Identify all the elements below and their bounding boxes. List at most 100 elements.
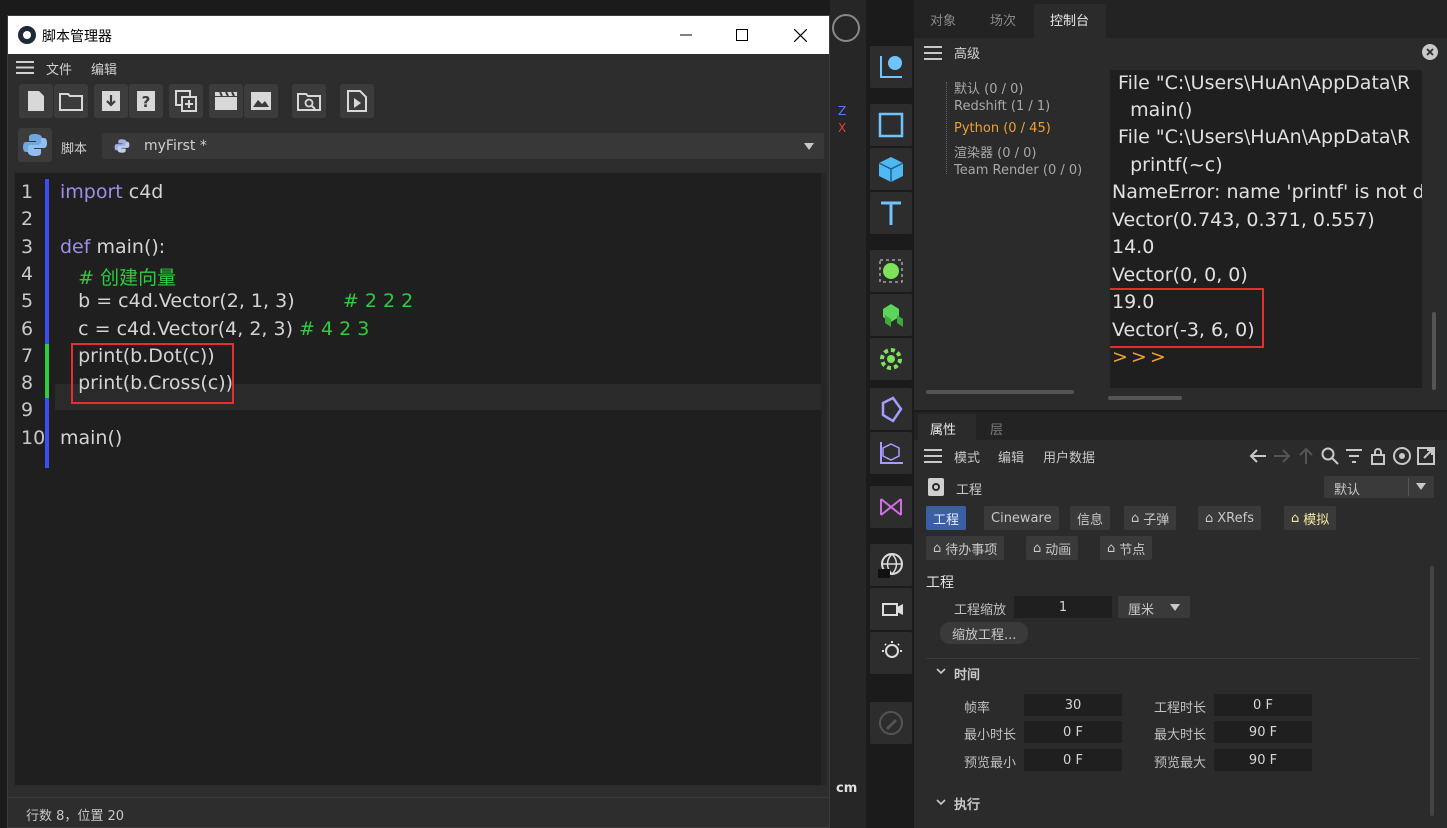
tree-item-redshift[interactable]: Redshift (1 / 1)	[954, 99, 1050, 114]
title-bar[interactable]: 脚本管理器	[8, 16, 829, 54]
tab-bullet[interactable]: ⌂ 子弹	[1124, 506, 1177, 530]
text-tool-icon[interactable]	[870, 192, 912, 234]
light-icon[interactable]	[870, 632, 912, 674]
camera-align-icon[interactable]	[870, 432, 912, 474]
cube-icon[interactable]	[870, 148, 912, 190]
console-prompt[interactable]: >>>	[1112, 346, 1169, 368]
tab-info[interactable]: 信息	[1070, 506, 1111, 530]
tab-console[interactable]: 控制台	[1050, 10, 1089, 29]
move-tool-icon[interactable]	[870, 46, 912, 88]
generator-icon[interactable]	[870, 250, 912, 292]
maximize-button[interactable]	[713, 16, 771, 54]
output-scrollbar-v[interactable]	[1432, 312, 1436, 390]
menu-hamburger-icon[interactable]	[16, 61, 34, 74]
bell-icon: ⌂	[1205, 510, 1214, 526]
tab-takes[interactable]: 场次	[990, 10, 1016, 29]
help-icon[interactable]: ?	[129, 84, 163, 118]
search-icon[interactable]	[1320, 446, 1340, 466]
scale-input[interactable]: 1	[1014, 596, 1112, 618]
tab-objects[interactable]: 对象	[930, 10, 956, 29]
unit-dropdown[interactable]: 厘米	[1118, 596, 1190, 618]
tab-simulation[interactable]: ⌂ 模拟	[1284, 506, 1337, 530]
fps-input[interactable]: 30	[1024, 694, 1122, 716]
tab-layers[interactable]: 层	[990, 419, 1003, 438]
line-number: 7	[21, 345, 34, 367]
collapse-chevron-icon[interactable]	[936, 668, 946, 675]
clapper-icon[interactable]	[209, 84, 243, 118]
deformer-icon[interactable]	[870, 388, 912, 430]
menu-edit[interactable]: 编辑	[91, 59, 117, 78]
hamburger-icon[interactable]	[924, 46, 942, 60]
field-icon[interactable]	[870, 486, 912, 528]
tab-todo[interactable]: ⌂ 待办事项	[926, 536, 1005, 560]
min-time-input[interactable]: 0 F	[1024, 721, 1122, 743]
menu-file[interactable]: 文件	[46, 59, 72, 78]
code-editor[interactable]: 1 import c4d 2 3 def main(): 4 # 创建向量 5 b = c4…	[14, 172, 827, 786]
line-number: 2	[21, 208, 34, 230]
image-icon[interactable]	[244, 84, 278, 118]
code-token: c = c4d.Vector(4, 2, 3)	[60, 318, 300, 340]
edit-pen-icon[interactable]	[870, 702, 912, 744]
find-folder-icon[interactable]	[292, 84, 326, 118]
code-line[interactable]: main()	[60, 427, 122, 449]
preview-min-input[interactable]: 0 F	[1024, 749, 1122, 771]
download-icon[interactable]	[94, 84, 128, 118]
menu-mode[interactable]: 模式	[954, 447, 980, 466]
gear-settings-icon[interactable]	[870, 338, 912, 380]
tree-item-renderer[interactable]: 渲染器 (0 / 0)	[954, 142, 1036, 161]
attr-hamburger-icon[interactable]	[924, 449, 942, 463]
duplicate-icon[interactable]	[169, 84, 203, 118]
tab-animation[interactable]: ⌂ 动画	[1026, 536, 1079, 560]
camera-icon[interactable]	[870, 588, 912, 630]
viewport-icon[interactable]	[832, 14, 860, 42]
tab-xrefs[interactable]: ⌂ XRefs	[1198, 506, 1261, 530]
tree-scrollbar[interactable]	[926, 390, 1074, 394]
tree-item-default[interactable]: 默认 (0 / 0)	[954, 78, 1023, 97]
run-script-icon[interactable]	[340, 84, 374, 118]
cube-outline-icon[interactable]	[870, 104, 912, 146]
chip-label: 信息	[1077, 512, 1104, 528]
tree-lines	[946, 82, 947, 174]
editor-scrollbar[interactable]	[821, 173, 826, 785]
minimize-button[interactable]	[657, 16, 715, 54]
code-line[interactable]: import c4d	[60, 181, 163, 203]
scale-project-button[interactable]: 缩放工程...	[940, 622, 1029, 644]
target-icon[interactable]	[1392, 446, 1412, 466]
expand-window-icon[interactable]	[1416, 446, 1436, 466]
duration-value: 0 F	[1253, 697, 1273, 713]
section-exec-title: 执行	[954, 798, 981, 813]
menu-edit[interactable]: 编辑	[998, 447, 1024, 466]
tree-item-python[interactable]: Python (0 / 45)	[954, 121, 1051, 136]
attr-scrollbar[interactable]	[1430, 566, 1434, 816]
line-number: 9	[21, 399, 34, 421]
new-file-icon[interactable]	[19, 84, 53, 118]
cloner-icon[interactable]	[870, 294, 912, 336]
up-arrow-icon[interactable]	[1296, 446, 1316, 466]
close-icon[interactable]	[1422, 44, 1438, 60]
tab-cineware[interactable]: Cineware	[984, 506, 1059, 530]
open-folder-icon[interactable]	[54, 84, 88, 118]
output-scrollbar-h[interactable]	[1108, 396, 1182, 400]
duration-input[interactable]: 0 F	[1214, 694, 1312, 716]
forward-arrow-icon[interactable]	[1272, 446, 1292, 466]
result-highlight-box	[1110, 288, 1264, 348]
filter-icon[interactable]	[1344, 446, 1364, 466]
menu-userdata[interactable]: 用户数据	[1043, 447, 1095, 466]
code-line[interactable]: # 创建向量	[60, 263, 176, 290]
back-arrow-icon[interactable]	[1248, 446, 1268, 466]
code-line[interactable]: b = c4d.Vector(2, 1, 3) # 2 2 2	[60, 290, 413, 312]
tree-item-team-render[interactable]: Team Render (0 / 0)	[954, 163, 1082, 178]
preview-max-input[interactable]: 90 F	[1214, 749, 1312, 771]
code-line[interactable]: def main():	[60, 236, 165, 258]
close-button[interactable]	[771, 16, 829, 54]
script-dropdown[interactable]: myFirst *	[102, 133, 824, 159]
preset-dropdown[interactable]: 默认	[1324, 476, 1434, 498]
tab-project[interactable]: 工程	[926, 506, 967, 530]
tab-nodes[interactable]: ⌂ 节点	[1100, 536, 1153, 560]
collapse-chevron-icon[interactable]	[936, 799, 946, 806]
max-time-input[interactable]: 90 F	[1214, 721, 1312, 743]
code-line[interactable]: c = c4d.Vector(4, 2, 3) # 4 2 3	[60, 318, 369, 340]
lock-icon[interactable]	[1368, 446, 1388, 466]
globe-icon[interactable]	[870, 544, 912, 586]
tab-attributes[interactable]: 属性	[930, 419, 956, 438]
